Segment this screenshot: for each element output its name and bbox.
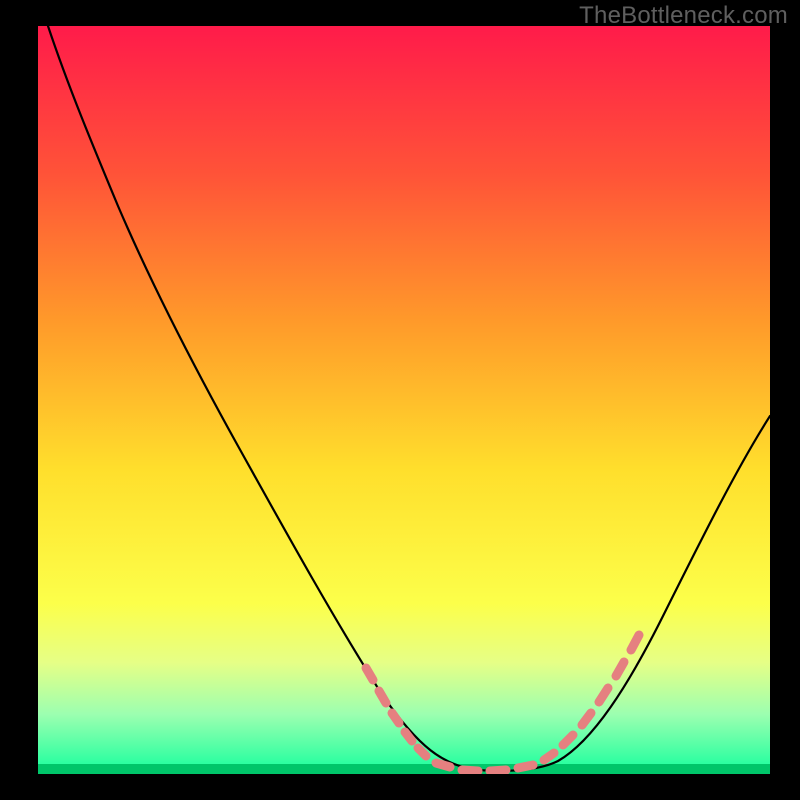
chart-svg — [38, 26, 770, 774]
plot-area — [38, 26, 770, 774]
chart-frame: TheBottleneck.com — [0, 0, 800, 800]
bottom-green-bar — [38, 764, 770, 774]
watermark-label: TheBottleneck.com — [579, 2, 788, 30]
gradient-background — [38, 26, 770, 766]
